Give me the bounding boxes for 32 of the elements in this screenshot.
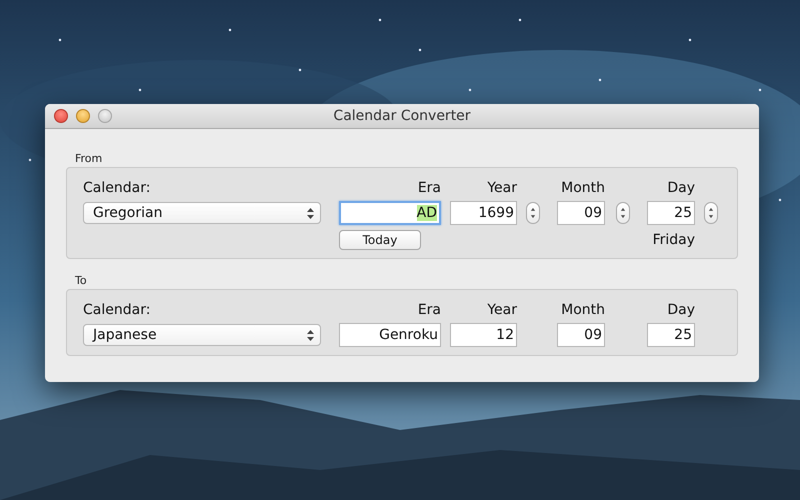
calendar-popup[interactable]: Gregorian: [83, 202, 321, 224]
month-field[interactable]: 09: [557, 323, 605, 347]
calendar-label: Calendar:: [83, 302, 150, 318]
stepper[interactable]: [526, 202, 540, 224]
field-label: Era: [418, 180, 441, 196]
year-field[interactable]: 1699: [450, 201, 517, 225]
field-label: Year: [487, 302, 517, 318]
section-legend: To: [75, 274, 87, 287]
calendar-label: Calendar:: [83, 180, 150, 196]
field-label: Month: [561, 302, 605, 318]
field-label: Day: [667, 180, 695, 196]
updown-icon: [307, 330, 314, 340]
stepper[interactable]: [704, 202, 718, 224]
field-label: Year: [487, 180, 517, 196]
era-field[interactable]: AD: [339, 201, 441, 225]
today-button[interactable]: Today: [339, 230, 421, 250]
field-label: Day: [667, 302, 695, 318]
year-field[interactable]: 12: [450, 323, 517, 347]
month-field[interactable]: 09: [557, 201, 605, 225]
day-field[interactable]: 25: [647, 201, 695, 225]
close-button[interactable]: [54, 109, 68, 123]
calendar-popup[interactable]: Japanese: [83, 324, 321, 346]
stepper[interactable]: [616, 202, 630, 224]
minimize-button[interactable]: [76, 109, 90, 123]
section-legend: From: [75, 152, 102, 165]
day-field[interactable]: 25: [647, 323, 695, 347]
weekday-label: Friday: [652, 232, 695, 248]
era-field[interactable]: Genroku: [339, 323, 441, 347]
window-title: Calendar Converter: [333, 108, 471, 124]
field-label: Era: [418, 302, 441, 318]
updown-icon: [307, 208, 314, 218]
field-label: Month: [561, 180, 605, 196]
